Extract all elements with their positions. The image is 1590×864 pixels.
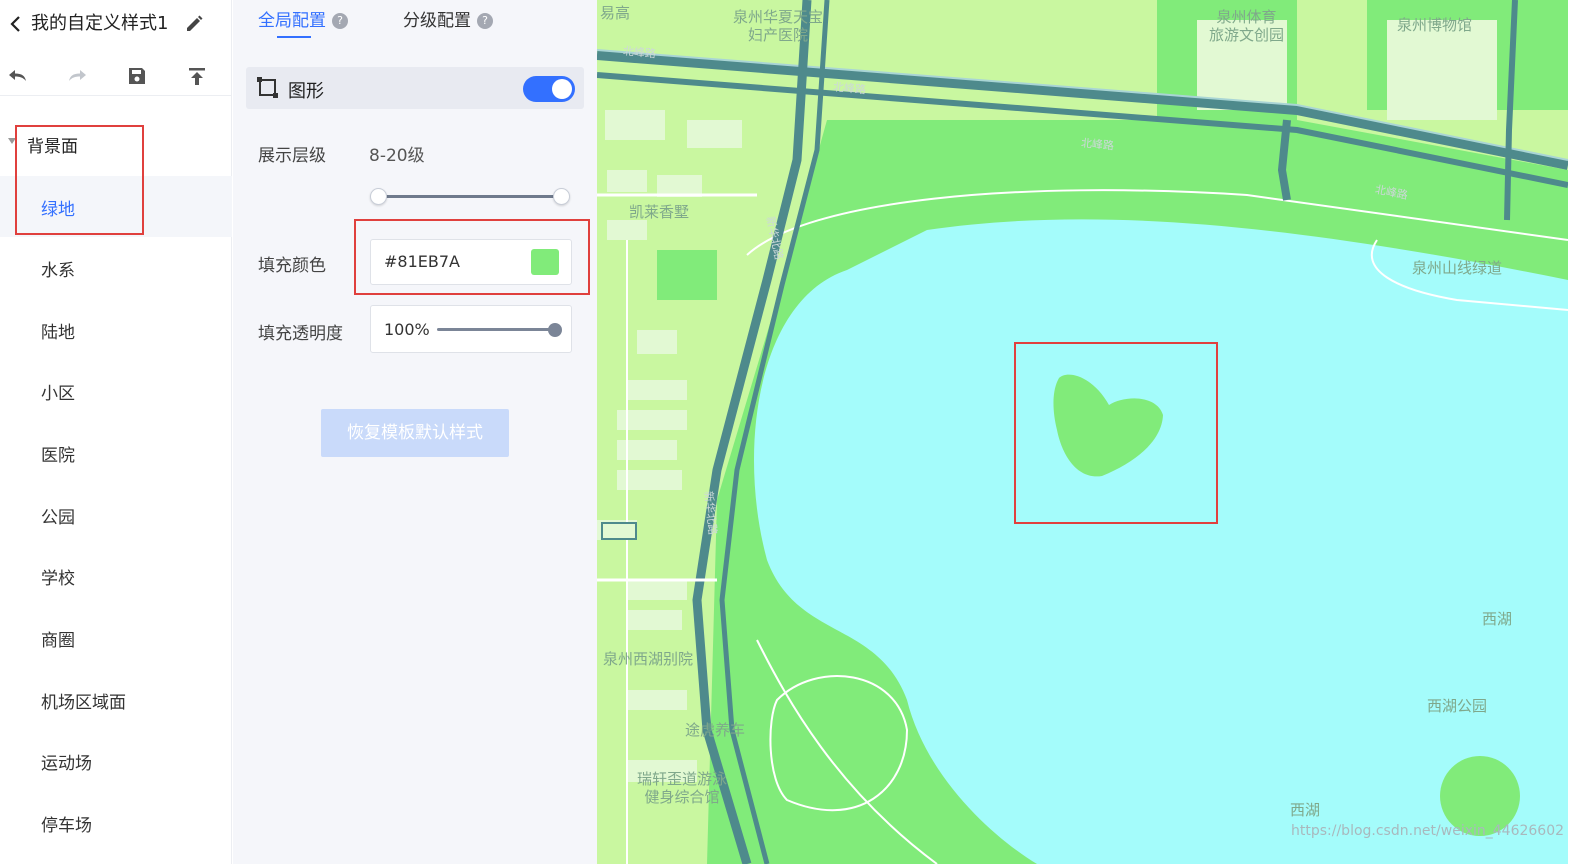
reset-default-style-button[interactable]: 恢复模板默认样式 bbox=[321, 409, 509, 457]
config-panel: 全局配置? 分级配置? 图形 展示层级 8-20级 填充颜色 #81EB7A 填… bbox=[233, 0, 597, 864]
undo-icon[interactable] bbox=[6, 64, 30, 88]
fill-color-input[interactable]: #81EB7A bbox=[370, 239, 572, 285]
map-building bbox=[601, 522, 637, 540]
style-name: 我的自定义样式1 bbox=[31, 13, 169, 34]
fill-opacity-label: 填充透明度 bbox=[258, 324, 343, 344]
road-label: 北峰路 bbox=[1080, 136, 1115, 153]
layer-item-label: 停车场 bbox=[41, 816, 92, 836]
map-label-yigao[interactable]: 易高 bbox=[600, 4, 630, 22]
slider-handle-max[interactable] bbox=[553, 188, 570, 205]
help-icon[interactable]: ? bbox=[332, 13, 348, 29]
display-level-slider[interactable] bbox=[370, 186, 570, 206]
fill-opacity-control: 100% bbox=[370, 305, 572, 353]
display-level-value: 8-20级 bbox=[369, 146, 425, 166]
layer-item-label: 水系 bbox=[41, 261, 75, 281]
layer-item-land[interactable]: 陆地 bbox=[0, 299, 232, 360]
layer-item-stadium[interactable]: 运动场 bbox=[0, 730, 232, 791]
layer-item-business[interactable]: 商圈 bbox=[0, 607, 232, 668]
layer-item-label: 绿地 bbox=[41, 200, 75, 220]
layer-item-residential[interactable]: 小区 bbox=[0, 360, 232, 421]
slider-track bbox=[378, 195, 562, 198]
layer-item-parking[interactable]: 停车场 bbox=[0, 792, 232, 853]
tab-global-config[interactable]: 全局配置? bbox=[258, 6, 348, 31]
tab-label: 全局配置 bbox=[258, 11, 326, 31]
edit-toolbar bbox=[0, 56, 232, 96]
map-canvas[interactable]: 易高 泉州华夏天宝 妇产医院 泉州体育 旅游文创园 泉州博物馆 凯莱香墅 泉州山… bbox=[597, 0, 1568, 864]
road-label: 北峰路 bbox=[622, 44, 657, 61]
shape-toggle[interactable] bbox=[523, 76, 575, 102]
watermark-text: https://blog.csdn.net/weixin_44626602 bbox=[1291, 823, 1565, 839]
tab-label: 分级配置 bbox=[403, 11, 471, 31]
layer-item-label: 陆地 bbox=[41, 323, 75, 343]
slider-track bbox=[437, 328, 556, 331]
map-label-sports-park[interactable]: 泉州体育 旅游文创园 bbox=[1209, 8, 1284, 44]
fill-opacity-slider[interactable] bbox=[437, 320, 562, 340]
map-label-xihu-park[interactable]: 西湖公园 bbox=[1427, 697, 1487, 715]
tab-level-config[interactable]: 分级配置? bbox=[403, 6, 493, 31]
layer-item-school[interactable]: 学校 bbox=[0, 545, 232, 606]
layer-item-label: 学校 bbox=[41, 569, 75, 589]
map-label-museum[interactable]: 泉州博物馆 bbox=[1397, 16, 1472, 34]
map-label-swim-gym[interactable]: 瑞轩歪道游泳 健身综合馆 bbox=[637, 770, 727, 806]
pencil-icon[interactable] bbox=[184, 14, 204, 34]
fill-opacity-value[interactable]: 100% bbox=[384, 320, 430, 339]
shape-section-label: 图形 bbox=[288, 81, 324, 102]
layer-item-label: 公园 bbox=[41, 508, 75, 528]
map-label-xihu-lake[interactable]: 西湖 bbox=[1482, 610, 1512, 628]
layer-group-background[interactable]: 背景面 bbox=[0, 130, 232, 158]
map-label-villa[interactable]: 泉州西湖别院 bbox=[603, 650, 693, 668]
layer-item-label: 运动场 bbox=[41, 754, 92, 774]
map-label-xihu-south[interactable]: 西湖 bbox=[1290, 801, 1320, 819]
layer-item-greenland[interactable]: 绿地 bbox=[0, 176, 232, 237]
layer-item-label: 商圈 bbox=[41, 631, 75, 651]
layer-item-airport[interactable]: 机场区域面 bbox=[0, 669, 232, 730]
layer-item-water[interactable]: 水系 bbox=[0, 237, 232, 298]
green-area bbox=[657, 250, 717, 300]
map-label-kaile[interactable]: 凯莱香墅 bbox=[629, 203, 689, 221]
slider-handle[interactable] bbox=[548, 323, 562, 337]
map-label-greenway[interactable]: 泉州山线绿道 bbox=[1412, 259, 1502, 277]
layer-item-label: 机场区域面 bbox=[41, 693, 126, 713]
layer-sidebar: 我的自定义样式1 背景面 绿地 水系 陆地 小区 医院 公园 学校 商圈 机场区… bbox=[0, 0, 232, 864]
map-label-hospital[interactable]: 泉州华夏天宝 妇产医院 bbox=[733, 8, 823, 44]
layer-item-label: 小区 bbox=[41, 384, 75, 404]
redo-icon[interactable] bbox=[65, 64, 89, 88]
layer-item-hospital[interactable]: 医院 bbox=[0, 422, 232, 483]
rectangle-shape-icon bbox=[257, 77, 278, 98]
layer-item-park[interactable]: 公园 bbox=[0, 484, 232, 545]
display-level-label: 展示层级 bbox=[258, 146, 326, 166]
road-label: 北峰路 bbox=[832, 80, 867, 97]
fill-color-swatch[interactable] bbox=[531, 249, 559, 275]
fill-color-value: #81EB7A bbox=[384, 252, 460, 271]
layer-item-label: 医院 bbox=[41, 446, 75, 466]
chevron-left-icon[interactable] bbox=[6, 12, 26, 36]
publish-icon[interactable] bbox=[185, 64, 209, 88]
shape-section-header: 图形 bbox=[246, 67, 584, 109]
layer-group-label: 背景面 bbox=[27, 137, 78, 157]
style-title-bar: 我的自定义样式1 bbox=[0, 0, 232, 48]
save-icon[interactable] bbox=[125, 64, 149, 88]
fill-color-label: 填充颜色 bbox=[258, 256, 326, 276]
slider-handle-min[interactable] bbox=[370, 188, 387, 205]
active-tab-indicator bbox=[277, 36, 311, 38]
help-icon[interactable]: ? bbox=[477, 13, 493, 29]
caret-down-icon[interactable] bbox=[8, 138, 16, 144]
map-label-tuhu[interactable]: 途虎养车 bbox=[685, 721, 745, 739]
